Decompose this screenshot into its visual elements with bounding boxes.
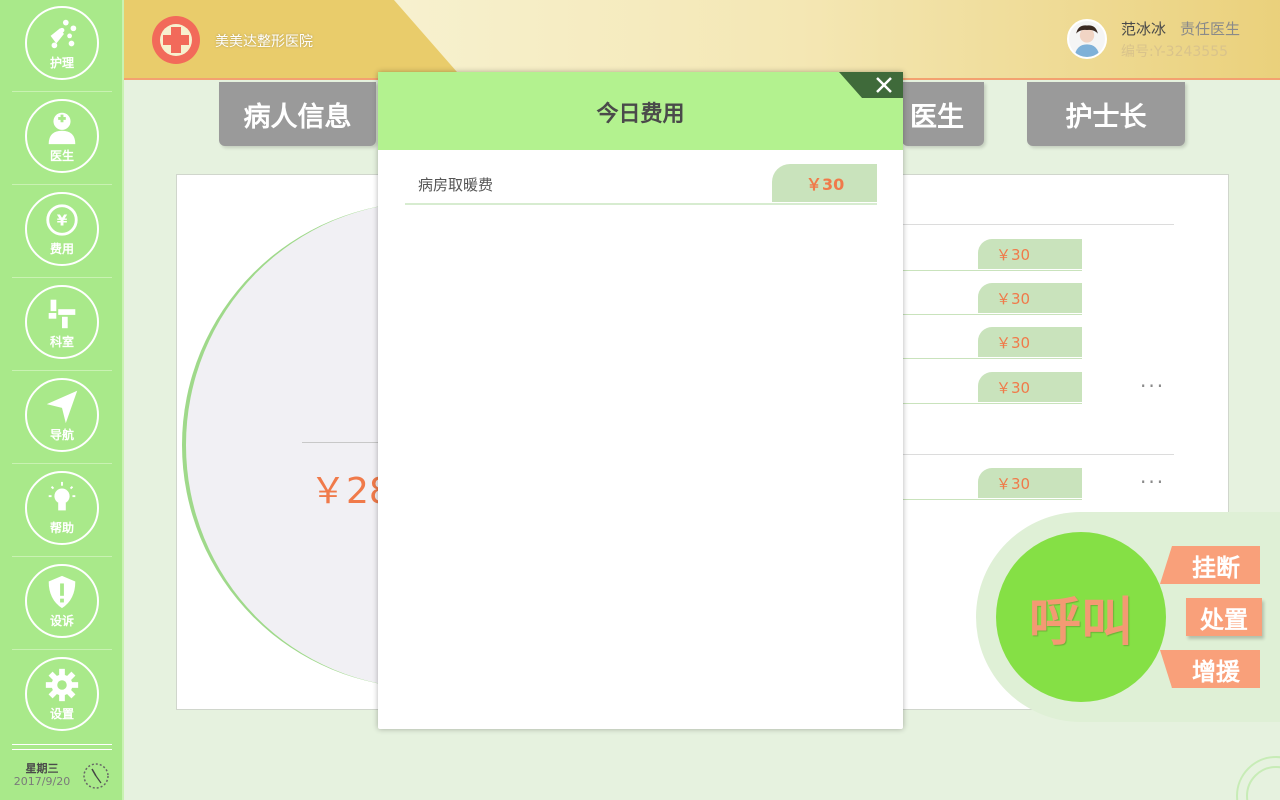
date-label: 2017/9/20 xyxy=(13,775,71,788)
hang-up-button[interactable]: 挂断 xyxy=(1160,546,1260,584)
tab-patient-info[interactable]: 病人信息 xyxy=(219,82,376,146)
sidebar-item-settings[interactable]: 设置 xyxy=(12,651,112,743)
support-button[interactable]: 增援 xyxy=(1160,650,1260,688)
fee-row[interactable]: ￥30 xyxy=(902,239,1082,271)
dialog-title: 今日费用 xyxy=(596,102,685,127)
sidebar-item-label: 费用 xyxy=(49,242,74,256)
hospital-logo xyxy=(152,16,200,64)
yen-icon: ¥ xyxy=(46,204,78,236)
avatar-image xyxy=(1074,25,1100,57)
fee-row[interactable]: ￥30 xyxy=(902,468,1082,500)
sidebar-item-doctor[interactable]: 医生 xyxy=(12,93,112,185)
fee-amount: ￥30 xyxy=(978,327,1082,357)
sidebar: 护理 医生 ¥ 费用 科室 导航 帮助 设诉 设置 xyxy=(0,0,124,800)
close-button[interactable] xyxy=(867,74,901,96)
sidebar-divider xyxy=(12,744,112,750)
shield-icon xyxy=(48,575,76,609)
fee-row[interactable]: ￥30 xyxy=(902,283,1082,315)
cost-item-amount: ￥30 xyxy=(772,164,877,202)
sidebar-item-label: 护理 xyxy=(49,56,74,70)
lightbulb-icon xyxy=(48,481,76,511)
more-button[interactable]: ··· xyxy=(1140,470,1165,494)
tab-doctor[interactable]: 医生 xyxy=(902,82,984,146)
sidebar-item-label: 设置 xyxy=(49,707,74,721)
sidebar-item-navigation[interactable]: 导航 xyxy=(12,372,112,464)
sidebar-item-cost[interactable]: ¥ 费用 xyxy=(12,186,112,278)
weekday-label: 星期三 xyxy=(25,762,59,775)
tab-head-nurse[interactable]: 护士长 xyxy=(1027,82,1185,146)
fee-amount: ￥30 xyxy=(978,283,1082,313)
doctor-icon xyxy=(48,112,76,145)
sidebar-item-label: 帮助 xyxy=(49,521,74,535)
hospital-name: 美美达整形医院 xyxy=(215,33,313,49)
cost-item-label: 病房取暖费 xyxy=(418,176,494,194)
sidebar-item-label: 导航 xyxy=(49,428,74,442)
fee-row[interactable]: ￥30 xyxy=(902,327,1082,359)
svg-text:¥: ¥ xyxy=(57,212,68,230)
close-icon xyxy=(876,77,892,93)
sidebar-item-department[interactable]: 科室 xyxy=(12,279,112,371)
user-role: 责任医生 xyxy=(1180,20,1241,38)
fee-row[interactable]: ￥30 xyxy=(902,372,1082,404)
call-button[interactable]: 呼叫 xyxy=(996,532,1166,702)
department-icon xyxy=(48,299,76,329)
cost-row[interactable]: 病房取暖费 ￥30 xyxy=(405,164,877,205)
nursing-icon xyxy=(50,19,77,49)
avatar[interactable] xyxy=(1067,19,1107,59)
sidebar-item-nursing[interactable]: 护理 xyxy=(12,0,112,92)
user-id: 编号:Y-3243555 xyxy=(1121,44,1229,60)
gear-icon xyxy=(45,668,79,702)
sidebar-item-label: 科室 xyxy=(49,335,74,349)
user-name: 范冰冰 xyxy=(1121,20,1167,38)
fee-amount: ￥30 xyxy=(978,372,1082,402)
fee-amount: ￥30 xyxy=(978,468,1082,498)
sidebar-item-label: 医生 xyxy=(49,149,74,163)
list-divider xyxy=(902,454,1174,455)
navigation-icon xyxy=(46,390,78,424)
fee-amount: ￥30 xyxy=(978,239,1082,269)
list-divider xyxy=(902,224,1174,225)
sidebar-item-label: 设诉 xyxy=(49,614,74,628)
today-cost-dialog: 今日费用 病房取暖费 ￥30 xyxy=(378,72,903,729)
more-button[interactable]: ··· xyxy=(1140,374,1165,398)
sidebar-item-complaint[interactable]: 设诉 xyxy=(12,558,112,650)
clock-icon xyxy=(83,763,109,789)
sidebar-item-help[interactable]: 帮助 xyxy=(12,465,112,557)
handle-button[interactable]: 处置 xyxy=(1186,598,1262,636)
